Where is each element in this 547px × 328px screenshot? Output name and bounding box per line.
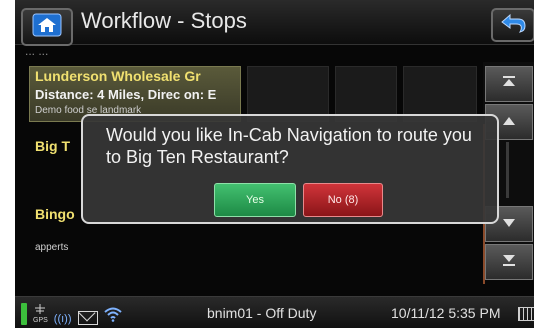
stop-note: apperts — [35, 242, 69, 253]
scroll-top-icon — [501, 75, 517, 93]
battery-icon — [21, 303, 27, 325]
back-button[interactable] — [491, 8, 534, 42]
home-button[interactable] — [21, 8, 73, 46]
title-bar: Workflow - Stops — [15, 0, 534, 46]
gps-label: GPS — [33, 317, 48, 324]
yes-button[interactable]: Yes — [214, 183, 296, 217]
device-screen: Workflow - Stops ... ... Lunderson Whole… — [15, 0, 534, 328]
scroll-track[interactable] — [506, 142, 509, 198]
back-arrow-icon — [498, 12, 528, 39]
scroll-top-button[interactable] — [485, 66, 533, 102]
driver-status: bnim01 - Off Duty — [207, 305, 317, 321]
wifi-icon — [103, 306, 122, 325]
stop-name[interactable]: Big T — [35, 138, 70, 154]
dialog-message: Would you like In-Cab Navigation to rout… — [106, 125, 472, 167]
scroll-bottom-button[interactable] — [485, 244, 533, 280]
status-bar: GPS ((ı)) bnim01 - Off Duty 10/11/12 5:3… — [15, 296, 534, 328]
page-title: Workflow - Stops — [81, 8, 247, 33]
stop-name[interactable]: Bingo — [35, 206, 75, 222]
scroll-bottom-icon — [501, 253, 517, 271]
mail-icon — [77, 311, 98, 325]
status-icons: GPS ((ı)) — [21, 303, 122, 325]
scroll-up-icon — [501, 113, 517, 131]
status-datetime: 10/11/12 5:35 PM — [391, 305, 501, 321]
keyboard-icon[interactable] — [518, 307, 534, 321]
list-subheader: ... ... — [25, 44, 49, 58]
home-icon — [32, 13, 62, 42]
stop-name[interactable]: Lunderson Wholesale Gr — [35, 68, 201, 84]
no-button[interactable]: No (8) — [303, 183, 383, 217]
stop-distance: Distance: 4 Miles, Direc on: E — [35, 87, 217, 102]
navigation-dialog: Would you like In-Cab Navigation to rout… — [81, 114, 499, 224]
scroll-down-icon — [501, 215, 517, 233]
gps-icon: GPS — [33, 304, 48, 325]
signal-icon: ((ı)) — [53, 313, 72, 325]
